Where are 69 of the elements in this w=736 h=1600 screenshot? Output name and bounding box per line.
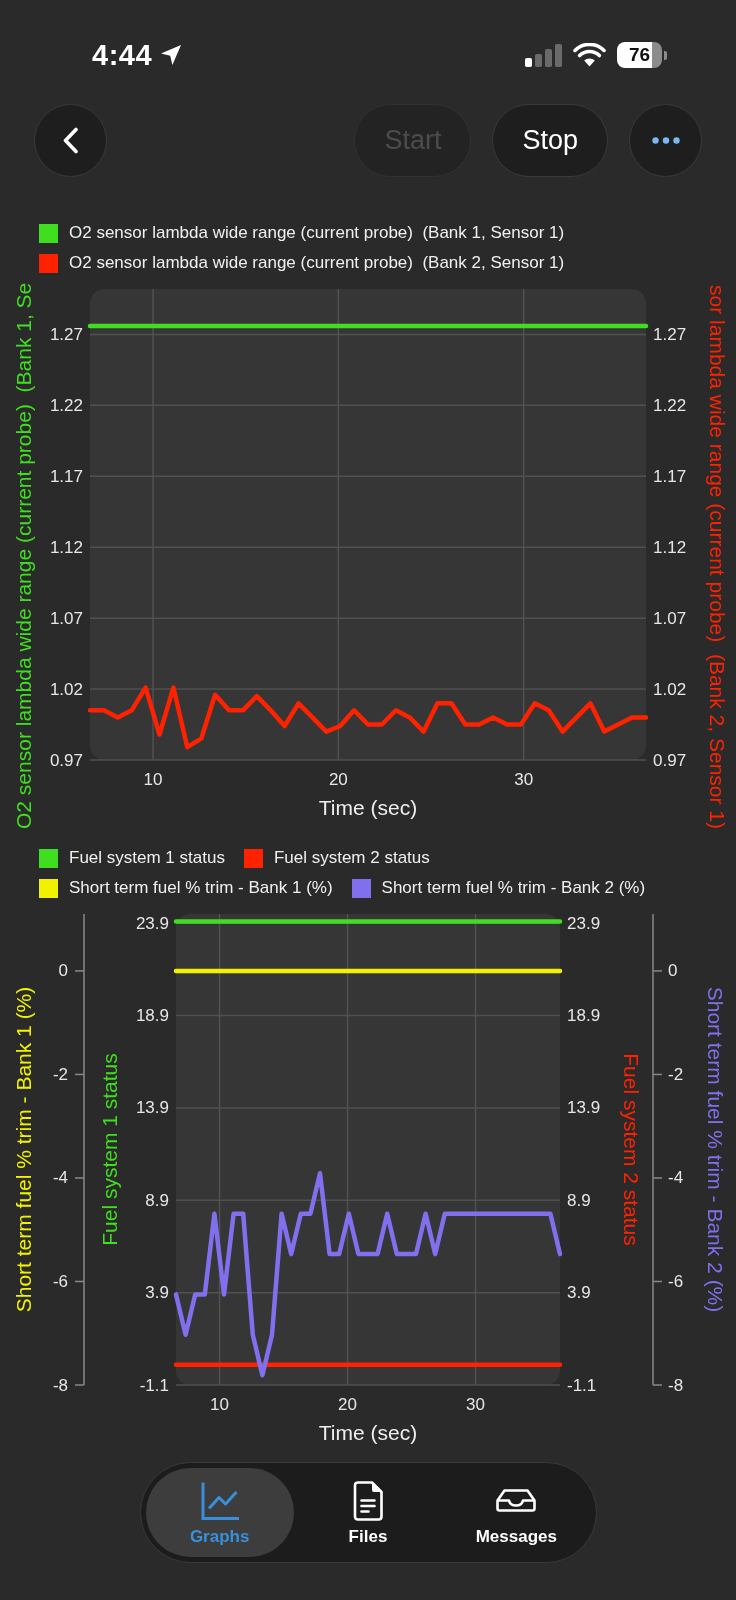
axis-title: Time (sec) bbox=[318, 795, 418, 819]
axis-tick-label: 1.17 bbox=[653, 466, 687, 486]
signal-icon bbox=[525, 43, 562, 67]
legend-label: Fuel system 2 status bbox=[273, 848, 430, 868]
chevron-left-icon bbox=[62, 127, 79, 154]
axis-title: Fuel system 1 status bbox=[97, 1053, 121, 1246]
axis-title: Time (sec) bbox=[318, 1420, 418, 1444]
legend-label: O2 sensor lambda wide range (current probe) (Bank 1, Sensor 1) bbox=[69, 223, 565, 243]
tab[interactable]: Files bbox=[293, 1468, 443, 1557]
legend-label: Fuel system 1 status bbox=[69, 848, 225, 868]
line-chart-icon bbox=[199, 1481, 240, 1521]
axis-title: O2 sensor lambda wide range (current probe) (Bank 1, Se bbox=[11, 282, 35, 829]
axis-tick-label: -1.1 bbox=[567, 1375, 597, 1395]
document-icon bbox=[353, 1481, 383, 1521]
ellipsis-icon bbox=[651, 137, 680, 144]
axis-tick-label: 1.02 bbox=[49, 679, 83, 699]
axis-tick-label: 23.9 bbox=[567, 913, 601, 933]
axis-tick-label: 18.9 bbox=[135, 1006, 169, 1026]
axis-tick-label: 3.9 bbox=[567, 1283, 591, 1303]
axis-tick-label: -4 bbox=[52, 1168, 68, 1188]
axis-title: Short term fuel % trim - Bank 2 (%) bbox=[703, 986, 727, 1313]
axis-tick-label: 1.12 bbox=[49, 537, 83, 557]
battery-percentage: 76 bbox=[628, 44, 651, 66]
axis-tick-label: -8 bbox=[668, 1375, 684, 1395]
legend-label: Short term fuel % trim - Bank 2 (%) bbox=[381, 878, 646, 898]
location-arrow-icon bbox=[160, 44, 183, 66]
axis-tick-label: 20 bbox=[338, 1394, 357, 1414]
axis-tick-label: 0.97 bbox=[653, 750, 687, 770]
tray-icon bbox=[496, 1489, 537, 1512]
axis-title: Fuel system 2 status bbox=[619, 1053, 643, 1246]
axis-tick-label: 1.22 bbox=[49, 395, 83, 415]
axis-tick-label: -1.1 bbox=[139, 1375, 169, 1395]
tab[interactable]: Messages bbox=[442, 1468, 591, 1557]
action-button[interactable]: Stop bbox=[492, 104, 608, 177]
axis-tick-label: 0.97 bbox=[49, 750, 83, 770]
axis-title: Short term fuel % trim - Bank 1 (%) bbox=[11, 986, 35, 1313]
axis-tick-label: 1.07 bbox=[653, 608, 687, 628]
axis-tick-label: 13.9 bbox=[567, 1098, 601, 1118]
axis-tick-label: 13.9 bbox=[135, 1098, 169, 1118]
axis-tick-label: -4 bbox=[668, 1168, 684, 1188]
axis-title: sor lambda wide range (current probe) (Bank 2, Sensor 1) bbox=[705, 285, 729, 829]
axis-tick-label: 1.12 bbox=[653, 537, 687, 557]
axis-tick-label: 20 bbox=[328, 769, 348, 789]
axis-tick-label: 0 bbox=[58, 961, 68, 981]
axis-tick-label: 30 bbox=[514, 769, 534, 789]
axis-tick-label: 1.27 bbox=[653, 324, 687, 344]
axis-tick-label: -2 bbox=[668, 1064, 684, 1084]
axis-tick-label: 10 bbox=[210, 1394, 229, 1414]
axis-tick-label: 0 bbox=[668, 961, 678, 981]
status-time: 4:44 bbox=[92, 38, 153, 72]
legend-label: O2 sensor lambda wide range (current probe) (Bank 2, Sensor 1) bbox=[69, 253, 565, 273]
axis-tick-label: 1.07 bbox=[49, 608, 83, 628]
axis-tick-label: 18.9 bbox=[567, 1006, 601, 1026]
axis-tick-label: -2 bbox=[52, 1064, 68, 1084]
axis-tick-label: 1.02 bbox=[653, 679, 687, 699]
axis-tick-label: -6 bbox=[668, 1272, 684, 1291]
axis-tick-label: 8.9 bbox=[567, 1190, 591, 1210]
axis-tick-label: -8 bbox=[52, 1375, 68, 1395]
axis-tick-label: 3.9 bbox=[145, 1283, 169, 1303]
axis-tick-label: 1.17 bbox=[49, 466, 83, 486]
wifi-icon bbox=[573, 43, 606, 67]
axis-tick-label: 10 bbox=[143, 769, 163, 789]
axis-tick-label: 1.27 bbox=[49, 324, 83, 344]
axis-tick-label: -6 bbox=[52, 1272, 68, 1291]
axis-tick-label: 1.22 bbox=[653, 395, 687, 415]
axis-tick-label: 30 bbox=[466, 1394, 485, 1414]
axis-tick-label: 23.9 bbox=[135, 913, 169, 933]
axis-tick-label: 8.9 bbox=[145, 1190, 169, 1210]
legend-label: Short term fuel % trim - Bank 1 (%) bbox=[69, 878, 333, 898]
